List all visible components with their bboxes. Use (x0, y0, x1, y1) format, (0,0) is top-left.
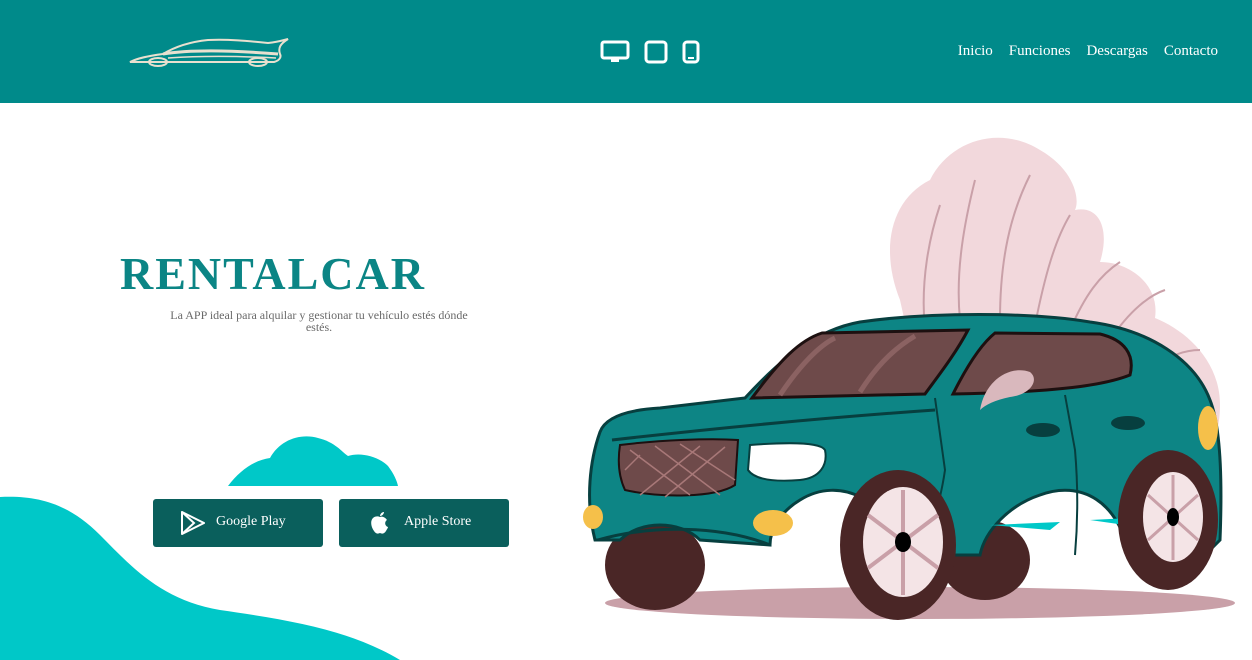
phone-icon[interactable] (682, 40, 700, 64)
hero-title: RENTALCAR (120, 248, 426, 299)
google-play-icon (181, 511, 205, 535)
nav-link-descargas[interactable]: Descargas (1086, 42, 1147, 60)
car-illustration (583, 313, 1223, 620)
hero-subtitle: La APP ideal para alquilar y gestionar t… (170, 309, 468, 333)
apple-store-label: Apple Store (404, 514, 472, 529)
car-silhouette-logo[interactable] (128, 36, 290, 68)
nav-link-funciones[interactable]: Funciones (1009, 42, 1071, 60)
google-play-label: Google Play (216, 514, 286, 529)
apple-store-button[interactable]: Apple Store (339, 499, 509, 547)
cloud-shape (228, 436, 398, 486)
desktop-icon[interactable] (600, 40, 630, 64)
nav-link-inicio[interactable]: Inicio (958, 42, 993, 60)
tablet-icon[interactable] (644, 40, 668, 64)
google-play-button[interactable]: Google Play (153, 499, 323, 547)
apple-icon (371, 512, 388, 534)
nav-link-contacto[interactable]: Contacto (1164, 42, 1218, 60)
top-header: Inicio Funciones Descargas Contacto (0, 0, 1252, 103)
main-nav: Inicio Funciones Descargas Contacto (942, 42, 1218, 60)
